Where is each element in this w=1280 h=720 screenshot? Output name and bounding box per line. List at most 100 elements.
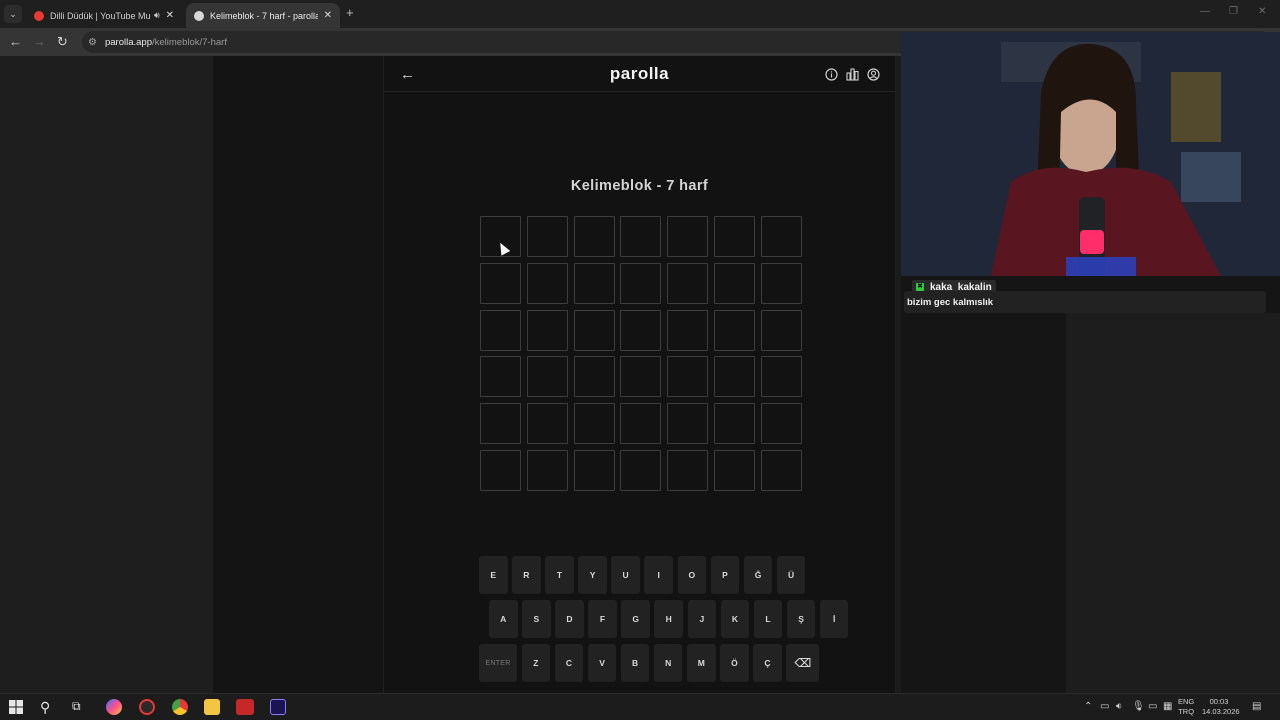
browser-tab-youtube-music[interactable]: Dilli Düdük | YouTube Music 🔊︎ ✕: [26, 3, 182, 28]
grid-cell[interactable]: [667, 449, 709, 491]
reload-icon[interactable]: ↻: [57, 34, 68, 50]
key-o[interactable]: O: [677, 556, 707, 594]
key-b[interactable]: B: [620, 644, 650, 682]
grid-cell[interactable]: [480, 262, 521, 304]
close-tab-icon[interactable]: ✕: [324, 10, 332, 21]
stats-icon[interactable]: [846, 68, 859, 81]
logo[interactable]: parolla: [384, 64, 895, 84]
grid-cell[interactable]: [620, 356, 662, 398]
key-m[interactable]: M: [687, 644, 716, 682]
grid-cell[interactable]: [667, 216, 709, 257]
browser-tab-parolla[interactable]: Kelimeblok - 7 harf - parolla - K ✕: [186, 3, 340, 28]
key-n[interactable]: N: [653, 644, 683, 682]
close-window-icon[interactable]: ✕: [1258, 6, 1266, 17]
file-explorer-icon[interactable]: [204, 699, 220, 715]
site-info-icon[interactable]: ⚙: [88, 37, 97, 48]
grid-cell[interactable]: [620, 449, 662, 491]
key-r[interactable]: R: [512, 556, 541, 594]
grid-cell[interactable]: [620, 262, 662, 304]
key-ö[interactable]: Ö: [720, 644, 749, 682]
grid-cell[interactable]: [526, 309, 568, 351]
tab-search-button[interactable]: ⌄: [4, 5, 22, 23]
grid-cell[interactable]: [526, 356, 568, 398]
key-g[interactable]: G: [621, 600, 650, 638]
back-icon[interactable]: ←: [9, 34, 22, 49]
grid-cell[interactable]: [573, 403, 615, 445]
info-icon[interactable]: [825, 68, 838, 81]
grid-cell[interactable]: [573, 356, 615, 398]
new-tab-icon[interactable]: +: [346, 5, 354, 20]
key-e[interactable]: E: [479, 556, 508, 594]
grid-cell[interactable]: [526, 449, 568, 491]
key-ç[interactable]: Ç: [753, 644, 782, 682]
speaker-icon[interactable]: 🔊︎: [154, 10, 160, 21]
key-i[interactable]: I: [644, 556, 673, 594]
grid-cell[interactable]: [573, 216, 615, 257]
close-tab-icon[interactable]: ✕: [166, 10, 174, 21]
grid-cell[interactable]: [713, 403, 755, 445]
grid-cell[interactable]: [480, 403, 521, 445]
grid-cell[interactable]: [480, 309, 521, 351]
grid-cell[interactable]: [480, 449, 521, 491]
network-icon[interactable]: ▭: [1148, 701, 1157, 712]
voicemod-icon[interactable]: [236, 699, 254, 715]
app-icon[interactable]: [139, 699, 155, 715]
clock[interactable]: 00:03 14.03.2026: [1202, 697, 1240, 717]
key-j[interactable]: J: [687, 600, 717, 638]
grid-cell[interactable]: [667, 356, 709, 398]
premiere-pro-icon[interactable]: [270, 699, 286, 715]
tray-chevron-icon[interactable]: ⌃: [1084, 701, 1092, 712]
grid-cell[interactable]: [713, 356, 755, 398]
key-k[interactable]: K: [720, 600, 750, 638]
key-ü[interactable]: Ü: [776, 556, 806, 594]
grid-cell[interactable]: [713, 309, 755, 351]
key-v[interactable]: V: [587, 644, 617, 682]
key-ş[interactable]: Ş: [786, 600, 816, 638]
windows-start-icon[interactable]: [8, 699, 24, 715]
minimize-icon[interactable]: —: [1200, 6, 1210, 17]
grid-cell[interactable]: [573, 262, 615, 304]
microphone-icon[interactable]: 🎙︎: [1132, 701, 1145, 712]
grid-cell[interactable]: [573, 309, 615, 351]
grid-cell[interactable]: [760, 403, 802, 445]
grid-cell[interactable]: [480, 356, 521, 398]
key-i̇[interactable]: İ: [819, 600, 849, 638]
grid-cell[interactable]: [526, 216, 568, 257]
enter-key[interactable]: ENTER: [479, 644, 517, 682]
grid-cell[interactable]: [526, 262, 568, 304]
forward-icon[interactable]: →: [33, 34, 46, 49]
grid-cell[interactable]: [713, 449, 755, 491]
key-t[interactable]: T: [545, 556, 574, 594]
grid-cell[interactable]: [667, 262, 709, 304]
key-z[interactable]: Z: [521, 644, 551, 682]
key-f[interactable]: F: [588, 600, 617, 638]
notifications-icon[interactable]: ▤: [1252, 701, 1261, 712]
grid-cell[interactable]: [667, 403, 709, 445]
chrome-icon[interactable]: [172, 699, 188, 715]
key-a[interactable]: A: [489, 600, 518, 638]
copilot-icon[interactable]: [106, 699, 122, 715]
tray-nvidia-icon[interactable]: ▦: [1163, 701, 1172, 712]
key-s[interactable]: S: [522, 600, 551, 638]
grid-cell[interactable]: [760, 216, 802, 257]
grid-cell[interactable]: [713, 262, 755, 304]
key-ğ[interactable]: Ğ: [743, 556, 773, 594]
key-d[interactable]: D: [555, 600, 584, 638]
grid-cell[interactable]: [713, 216, 755, 257]
grid-cell[interactable]: [760, 449, 802, 491]
tray-app-icon[interactable]: ▭: [1100, 701, 1109, 712]
backspace-icon[interactable]: ⌫: [786, 644, 820, 682]
grid-cell[interactable]: [620, 216, 662, 257]
grid-cell[interactable]: [526, 403, 568, 445]
key-y[interactable]: Y: [578, 556, 607, 594]
grid-cell[interactable]: [667, 309, 709, 351]
language-indicator[interactable]: ENG TRQ: [1178, 697, 1194, 717]
key-l[interactable]: L: [753, 600, 783, 638]
task-view-icon[interactable]: ⧉: [72, 699, 88, 715]
grid-cell[interactable]: [620, 403, 662, 445]
grid-cell[interactable]: [760, 309, 802, 351]
profile-icon[interactable]: [867, 68, 880, 81]
grid-cell[interactable]: [620, 309, 662, 351]
maximize-icon[interactable]: ❐: [1229, 6, 1238, 17]
grid-cell[interactable]: [760, 356, 802, 398]
